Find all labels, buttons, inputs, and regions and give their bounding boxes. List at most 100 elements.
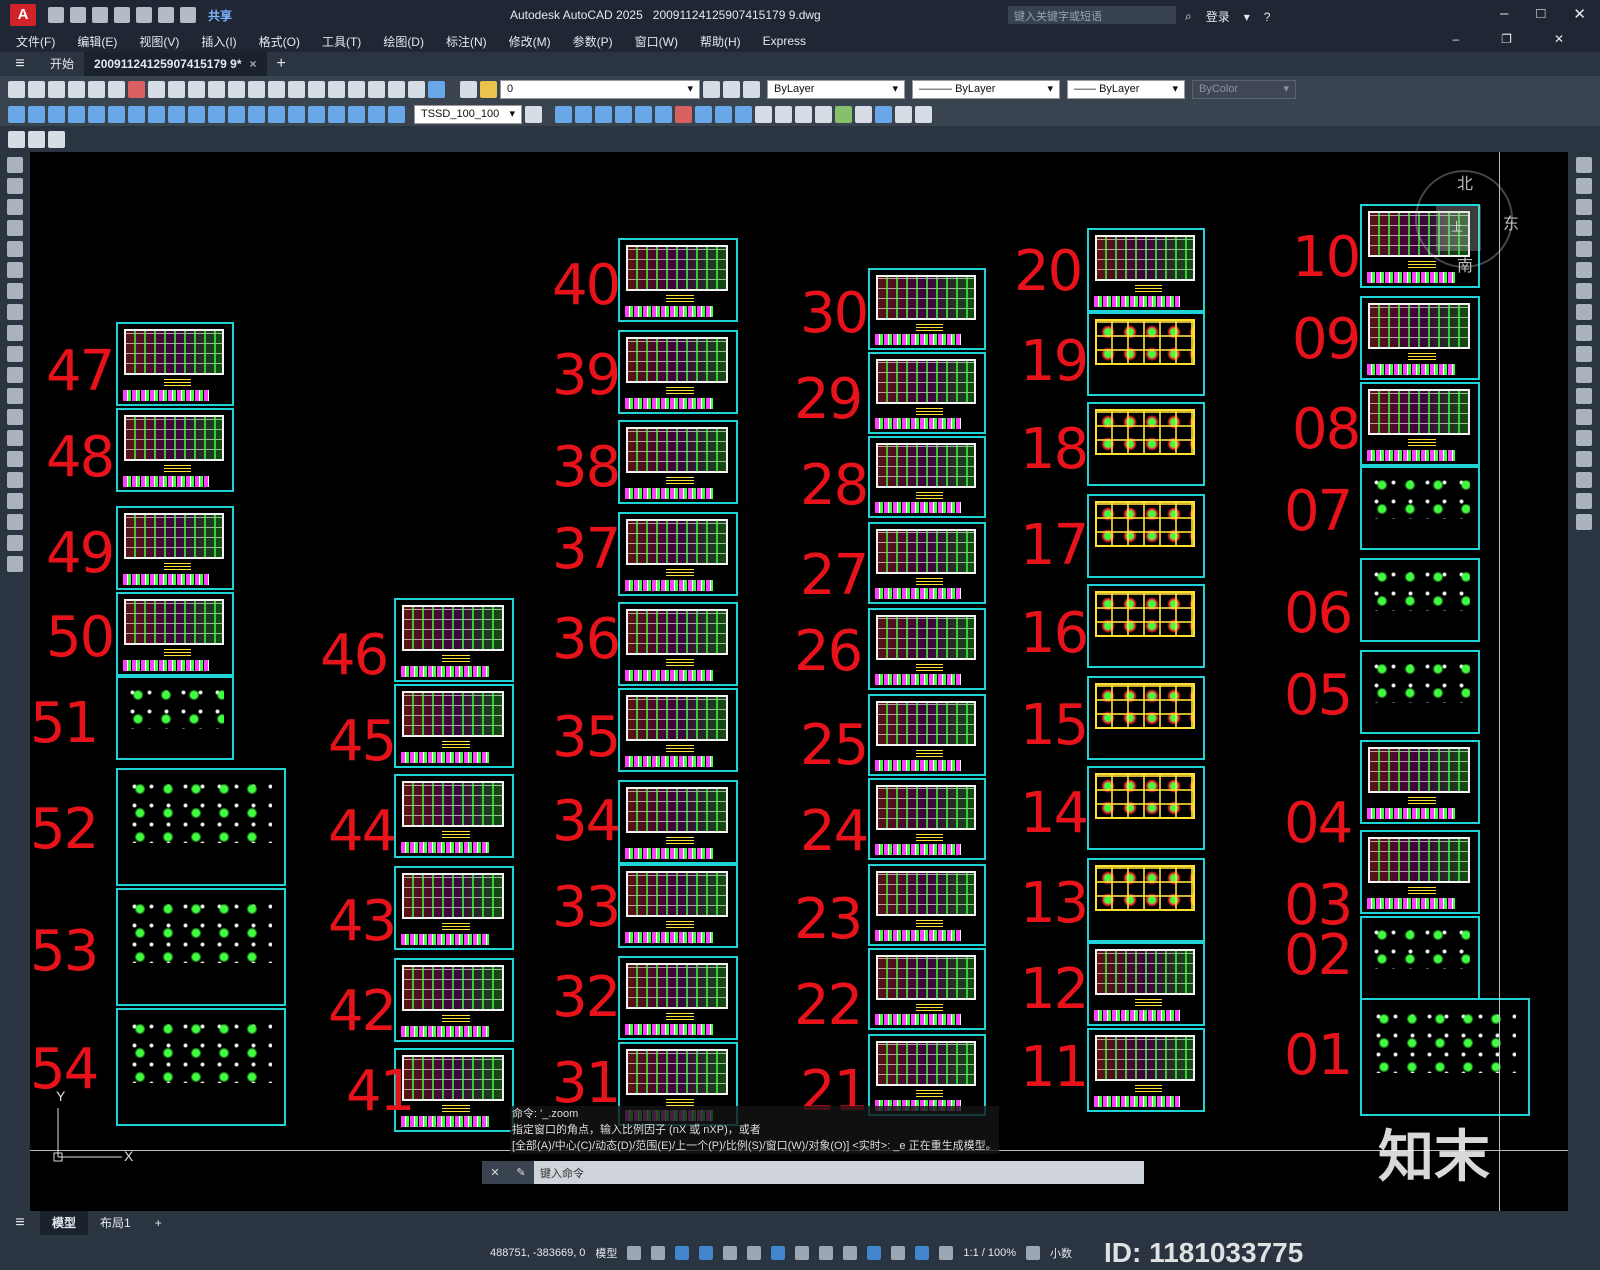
visual-style-icon[interactable] bbox=[595, 105, 612, 123]
drawing-sheet-26[interactable] bbox=[868, 608, 986, 690]
copy-object-icon[interactable] bbox=[1576, 178, 1592, 194]
viewcube-top[interactable]: 上 bbox=[1436, 206, 1481, 251]
model-space-button[interactable]: 模型 bbox=[595, 1245, 617, 1261]
layer-previous-icon[interactable] bbox=[723, 80, 740, 98]
drawing-sheet-12[interactable] bbox=[1087, 942, 1205, 1026]
hatch-icon[interactable] bbox=[7, 451, 23, 467]
copy-icon[interactable] bbox=[168, 80, 185, 98]
hamburger-menu-icon[interactable]: ≡ bbox=[0, 55, 40, 73]
plot-icon[interactable] bbox=[68, 80, 85, 98]
menu-item-10[interactable]: 窗口(W) bbox=[635, 33, 678, 50]
toolbar-icon-3[interactable] bbox=[48, 130, 65, 148]
gradient-icon[interactable] bbox=[7, 472, 23, 488]
selection-cycling-icon[interactable] bbox=[843, 1245, 858, 1260]
menu-item-4[interactable]: 格式(O) bbox=[259, 33, 300, 50]
drawing-sheet-24[interactable] bbox=[868, 778, 986, 860]
new-tab-button[interactable]: + bbox=[267, 55, 296, 73]
line-icon[interactable] bbox=[7, 157, 23, 173]
search-input[interactable]: 键入关键字或短语 bbox=[1008, 6, 1176, 24]
insert-block-icon[interactable] bbox=[7, 388, 23, 404]
layer-properties-icon[interactable] bbox=[460, 80, 477, 98]
tab-model[interactable]: 模型 bbox=[40, 1211, 89, 1235]
erase-icon[interactable] bbox=[1576, 157, 1592, 173]
zoom-icon[interactable] bbox=[308, 80, 325, 98]
left-view-icon[interactable] bbox=[635, 105, 652, 123]
drawing-sheet-07[interactable] bbox=[1360, 466, 1480, 550]
undo-icon[interactable] bbox=[158, 7, 174, 23]
drawing-sheet-45[interactable] bbox=[394, 684, 514, 768]
menu-item-6[interactable]: 绘图(D) bbox=[383, 33, 424, 50]
dim-style-icon[interactable] bbox=[525, 105, 542, 123]
autocad-logo-icon[interactable]: A bbox=[10, 4, 36, 26]
stretch-icon[interactable] bbox=[1576, 325, 1592, 341]
drawing-sheet-33[interactable] bbox=[618, 864, 738, 948]
move-icon[interactable] bbox=[1576, 262, 1592, 278]
drawing-sheet-05[interactable] bbox=[1360, 650, 1480, 734]
search-icon[interactable]: ⌕ bbox=[1185, 9, 1192, 24]
login-button[interactable]: 登录 bbox=[1206, 8, 1230, 25]
drawing-sheet-15[interactable] bbox=[1087, 676, 1205, 760]
trim-icon[interactable] bbox=[1576, 346, 1592, 362]
dynamic-ucs-icon[interactable] bbox=[891, 1245, 906, 1260]
make-current-layer-icon[interactable] bbox=[703, 80, 720, 98]
auto-scale-icon[interactable] bbox=[939, 1245, 954, 1260]
zoom-window-icon[interactable] bbox=[328, 80, 345, 98]
drawing-sheet-46[interactable] bbox=[394, 598, 514, 682]
share-button[interactable]: 共享 bbox=[208, 7, 232, 24]
break-icon[interactable] bbox=[1576, 409, 1592, 425]
drawing-sheet-06[interactable] bbox=[1360, 558, 1480, 642]
annotation-visibility-icon[interactable] bbox=[915, 1245, 930, 1260]
redo-icon[interactable] bbox=[180, 7, 196, 23]
drawing-sheet-36[interactable] bbox=[618, 602, 738, 686]
drawing-sheet-30[interactable] bbox=[868, 268, 986, 350]
continue-icon[interactable] bbox=[208, 105, 225, 123]
diameter-icon[interactable] bbox=[128, 105, 145, 123]
polar-icon[interactable] bbox=[699, 1245, 714, 1260]
design-center-icon[interactable] bbox=[368, 80, 385, 98]
extend-icon[interactable] bbox=[1576, 367, 1592, 383]
offset-icon[interactable] bbox=[1576, 220, 1592, 236]
ellipse-arc-icon[interactable] bbox=[7, 367, 23, 383]
add-selected-icon[interactable] bbox=[7, 556, 23, 572]
drawing-sheet-48[interactable] bbox=[116, 408, 234, 492]
osnap-icon[interactable] bbox=[771, 1245, 786, 1260]
angular-icon[interactable] bbox=[148, 105, 165, 123]
quick-dim-icon[interactable] bbox=[168, 105, 185, 123]
drawing-sheet-20[interactable] bbox=[1087, 228, 1205, 312]
inspect-icon[interactable] bbox=[308, 105, 325, 123]
tool-palettes-icon[interactable] bbox=[388, 80, 405, 98]
drawing-sheet-35[interactable] bbox=[618, 688, 738, 772]
space-icon[interactable] bbox=[228, 105, 245, 123]
right-view-icon[interactable] bbox=[655, 105, 672, 123]
menu-item-8[interactable]: 修改(M) bbox=[509, 33, 551, 50]
drawing-sheet-38[interactable] bbox=[618, 420, 738, 504]
rectangle-icon[interactable] bbox=[7, 241, 23, 257]
array-icon[interactable] bbox=[1576, 241, 1592, 257]
drawing-sheet-40[interactable] bbox=[618, 238, 738, 322]
command-input[interactable]: 键入命令 bbox=[540, 1165, 584, 1181]
command-line[interactable]: ✕ ✎ 键入命令 bbox=[482, 1161, 1144, 1184]
baseline-icon[interactable] bbox=[188, 105, 205, 123]
material-icon[interactable] bbox=[815, 105, 832, 123]
tolerance-icon[interactable] bbox=[268, 105, 285, 123]
drawing-sheet-28[interactable] bbox=[868, 436, 986, 518]
save-as-icon[interactable] bbox=[114, 7, 130, 23]
drawing-sheet-16[interactable] bbox=[1087, 584, 1205, 668]
drawing-sheet-43[interactable] bbox=[394, 866, 514, 950]
menu-item-0[interactable]: 文件(F) bbox=[16, 33, 55, 50]
drawing-sheet-49[interactable] bbox=[116, 506, 234, 590]
arc-length-icon[interactable] bbox=[48, 105, 65, 123]
tab-start[interactable]: 开始 bbox=[40, 52, 84, 76]
ucs-prev-icon[interactable] bbox=[875, 105, 892, 123]
cart-icon[interactable]: ▾ bbox=[1244, 10, 1250, 24]
drawing-sheet-37[interactable] bbox=[618, 512, 738, 596]
ellipse-icon[interactable] bbox=[7, 346, 23, 362]
ortho-icon[interactable] bbox=[675, 1245, 690, 1260]
lineweight-icon[interactable] bbox=[795, 1245, 810, 1260]
close-icon[interactable]: ✕ bbox=[1573, 5, 1586, 23]
drawing-sheet-53[interactable] bbox=[116, 888, 286, 1006]
layer-select[interactable]: 0 ▾ bbox=[500, 79, 700, 99]
mtext-icon[interactable] bbox=[7, 535, 23, 551]
arc-icon[interactable] bbox=[7, 262, 23, 278]
back-view-icon[interactable] bbox=[675, 105, 692, 123]
